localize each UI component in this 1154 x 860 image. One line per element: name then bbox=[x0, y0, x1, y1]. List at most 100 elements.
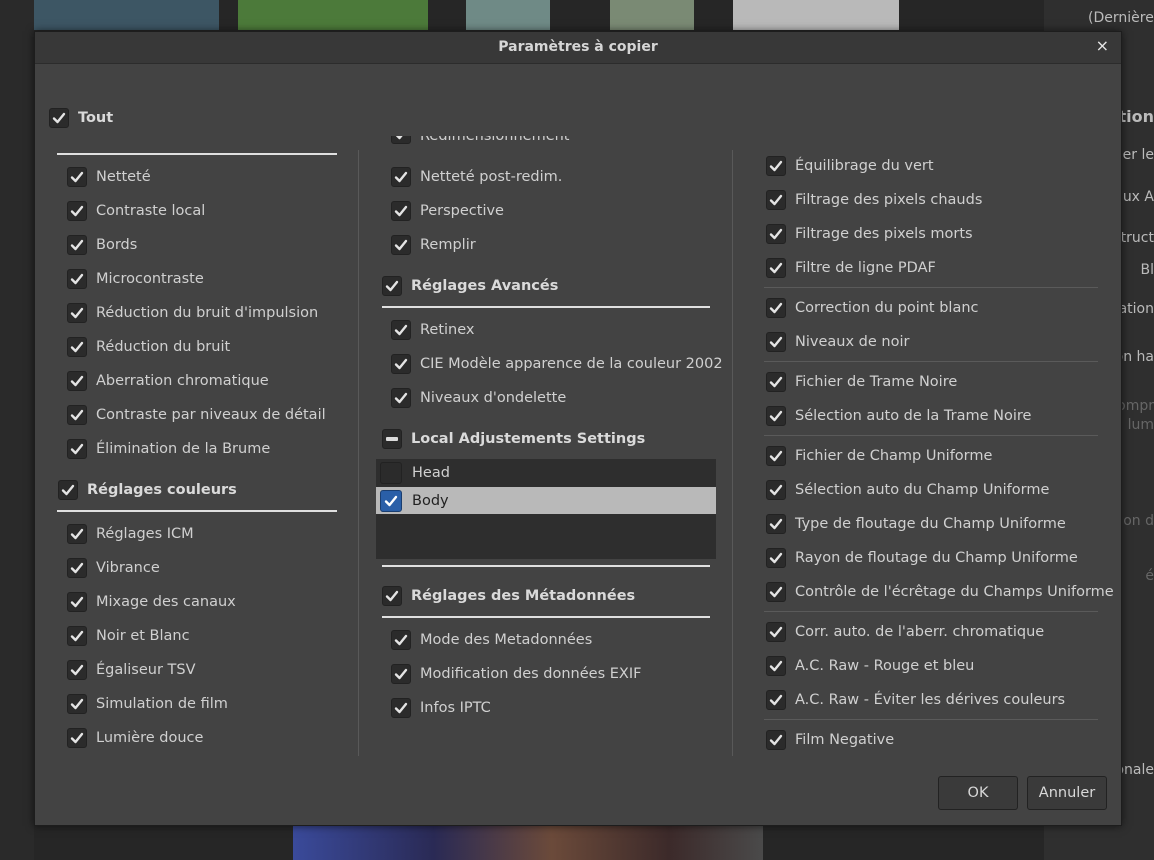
select-all-checkbox[interactable]: Tout bbox=[49, 107, 113, 129]
checkmark-icon bbox=[766, 156, 786, 176]
section-checkbox-metadata[interactable]: Réglages des Métadonnées bbox=[382, 585, 635, 607]
setting-checkbox[interactable]: Niveaux d'ondelette bbox=[391, 387, 566, 409]
local-adjustments-list[interactable]: Head Body bbox=[376, 459, 716, 559]
setting-checkbox[interactable]: Filtrage des pixels morts bbox=[766, 223, 973, 245]
checkmark-icon bbox=[67, 337, 87, 357]
background-text: ompr bbox=[1117, 398, 1154, 414]
checkmark-icon bbox=[391, 167, 411, 187]
setting-checkbox[interactable]: Lumière douce bbox=[67, 727, 203, 749]
setting-checkbox[interactable]: Contraste local bbox=[67, 200, 205, 222]
setting-checkbox[interactable]: Fichier de Champ Uniforme bbox=[766, 445, 992, 467]
setting-checkbox[interactable]: Contrôle de l'écrêtage du Champs Uniform… bbox=[766, 581, 1114, 603]
setting-checkbox[interactable]: Sélection auto du Champ Uniforme bbox=[766, 479, 1049, 501]
list-item[interactable]: Body bbox=[376, 487, 716, 514]
checkmark-icon bbox=[67, 626, 87, 646]
checkbox-label: Équilibrage du vert bbox=[795, 158, 934, 174]
setting-checkbox[interactable]: Mixage des canaux bbox=[67, 591, 236, 613]
setting-checkbox[interactable]: Filtre de ligne PDAF bbox=[766, 257, 936, 279]
setting-checkbox[interactable]: Niveaux de noir bbox=[766, 331, 909, 353]
checkbox-label: Contraste par niveaux de détail bbox=[96, 407, 326, 423]
group-divider bbox=[764, 361, 1098, 362]
section-checkbox-advanced[interactable]: Réglages Avancés bbox=[382, 275, 558, 297]
checkmark-icon bbox=[391, 201, 411, 221]
checkmark-icon bbox=[766, 690, 786, 710]
ok-button[interactable]: OK bbox=[938, 776, 1018, 810]
setting-checkbox[interactable]: Rayon de floutage du Champ Uniforme bbox=[766, 547, 1078, 569]
setting-checkbox[interactable]: Filtrage des pixels chauds bbox=[766, 189, 982, 211]
checkmark-icon bbox=[391, 354, 411, 374]
setting-checkbox[interactable]: Microcontraste bbox=[67, 268, 204, 290]
setting-checkbox[interactable]: Réduction du bruit d'impulsion bbox=[67, 302, 318, 324]
setting-checkbox[interactable]: Perspective bbox=[391, 200, 504, 222]
checkmark-icon bbox=[391, 698, 411, 718]
checkbox-label: Perspective bbox=[420, 203, 504, 219]
setting-checkbox[interactable]: Retinex bbox=[391, 319, 475, 341]
checkbox-label: Aberration chromatique bbox=[96, 373, 269, 389]
section-checkbox-local-adjustments[interactable]: Local Adjustements Settings bbox=[382, 428, 645, 450]
setting-checkbox[interactable]: Élimination de la Brume bbox=[67, 438, 270, 460]
checkmark-icon bbox=[67, 371, 87, 391]
setting-checkbox[interactable]: A.C. Raw - Rouge et bleu bbox=[766, 655, 974, 677]
column-divider bbox=[732, 150, 733, 756]
setting-checkbox[interactable]: A.C. Raw - Éviter les dérives couleurs bbox=[766, 689, 1065, 711]
setting-checkbox[interactable]: Aberration chromatique bbox=[67, 370, 269, 392]
checkbox-label: Réduction du bruit bbox=[96, 339, 231, 355]
checkmark-icon bbox=[382, 276, 402, 296]
setting-checkbox[interactable]: Égaliseur TSV bbox=[67, 659, 196, 681]
checkmark-icon bbox=[67, 201, 87, 221]
background-text: Bl bbox=[1140, 262, 1154, 278]
setting-checkbox[interactable]: Netteté bbox=[67, 166, 151, 188]
setting-checkbox[interactable]: Sélection auto de la Trame Noire bbox=[766, 405, 1031, 427]
close-icon[interactable]: × bbox=[1096, 36, 1109, 55]
checkbox-label: Mixage des canaux bbox=[96, 594, 236, 610]
checkmark-icon bbox=[67, 660, 87, 680]
checkmark-icon bbox=[391, 235, 411, 255]
setting-checkbox[interactable]: Réglages ICM bbox=[67, 523, 194, 545]
setting-checkbox[interactable]: Bords bbox=[67, 234, 137, 256]
setting-checkbox[interactable]: Infos IPTC bbox=[391, 697, 491, 719]
setting-checkbox[interactable]: Simulation de film bbox=[67, 693, 228, 715]
group-divider bbox=[764, 435, 1098, 436]
checkbox-label: Correction du point blanc bbox=[795, 300, 979, 316]
setting-checkbox[interactable]: Netteté post-redim. bbox=[391, 166, 562, 188]
setting-checkbox[interactable]: Redimensionnement bbox=[391, 136, 570, 144]
checkbox-label: Réglages ICM bbox=[96, 526, 194, 542]
checkmark-icon bbox=[391, 320, 411, 340]
setting-checkbox[interactable]: Noir et Blanc bbox=[67, 625, 190, 647]
background-thumbnail bbox=[733, 0, 899, 30]
checkmark-icon bbox=[766, 258, 786, 278]
group-divider bbox=[764, 287, 1098, 288]
checkbox-label: A.C. Raw - Rouge et bleu bbox=[795, 658, 975, 674]
cancel-button[interactable]: Annuler bbox=[1027, 776, 1107, 810]
setting-checkbox[interactable]: Contraste par niveaux de détail bbox=[67, 404, 326, 426]
setting-checkbox[interactable]: Réduction du bruit bbox=[67, 336, 230, 358]
checkbox-label: Élimination de la Brume bbox=[96, 441, 271, 457]
empty-checkbox-icon bbox=[380, 461, 402, 484]
setting-checkbox[interactable]: Corr. auto. de l'aberr. chromatique bbox=[766, 621, 1044, 643]
checkbox-label: Contraste local bbox=[96, 203, 206, 219]
setting-checkbox[interactable]: Équilibrage du vert bbox=[766, 155, 934, 177]
checkbox-label: Réduction du bruit d'impulsion bbox=[96, 305, 319, 321]
setting-checkbox[interactable]: Modification des données EXIF bbox=[391, 663, 641, 685]
setting-checkbox[interactable]: Correction du point blanc bbox=[766, 297, 979, 319]
setting-checkbox[interactable]: Film Negative bbox=[766, 729, 894, 751]
checkmark-icon bbox=[766, 514, 786, 534]
background-thumbnail bbox=[466, 0, 550, 30]
setting-checkbox[interactable]: Type de floutage du Champ Uniforme bbox=[766, 513, 1066, 535]
setting-checkbox[interactable]: Remplir bbox=[391, 234, 476, 256]
dialog-titlebar: Paramètres à copier × bbox=[35, 32, 1121, 64]
setting-checkbox[interactable]: Fichier de Trame Noire bbox=[766, 371, 957, 393]
section-checkbox-colors[interactable]: Réglages couleurs bbox=[58, 479, 237, 501]
checkmark-icon bbox=[391, 630, 411, 650]
checkmark-icon bbox=[67, 303, 87, 323]
checkbox-label: Tout bbox=[78, 110, 114, 126]
setting-checkbox[interactable]: CIE Modèle apparence de la couleur 2002 bbox=[391, 353, 723, 375]
checkbox-label: Réglages Avancés bbox=[411, 278, 559, 294]
checkbox-label: Contrôle de l'écrêtage du Champs Uniform… bbox=[795, 584, 1114, 600]
background-text: ation bbox=[1118, 301, 1154, 317]
checkmark-icon bbox=[49, 108, 69, 128]
setting-checkbox[interactable]: Mode des Metadonnées bbox=[391, 629, 592, 651]
setting-checkbox[interactable]: Vibrance bbox=[67, 557, 160, 579]
checkmark-icon bbox=[67, 167, 87, 187]
list-item[interactable]: Head bbox=[376, 459, 716, 486]
